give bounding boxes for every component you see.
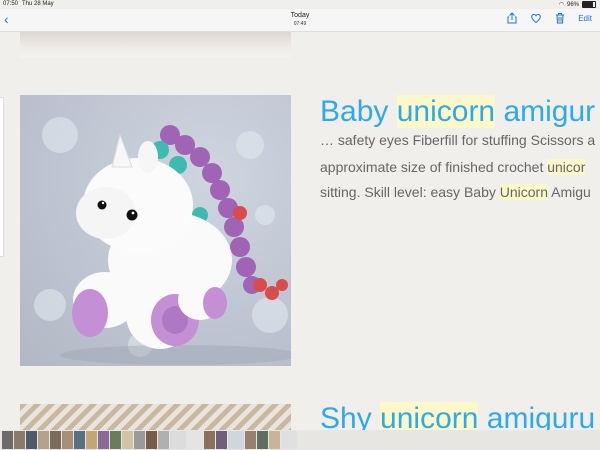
status-right: ◠ 96% — [559, 1, 596, 8]
title-text: amiguru — [478, 402, 596, 430]
thumbnail-filmstrip[interactable] — [0, 430, 600, 450]
thumbnail[interactable] — [50, 431, 61, 449]
wifi-icon: ◠ — [558, 2, 564, 8]
result-title[interactable]: Baby unicorn amigur — [320, 95, 595, 129]
thumbnail[interactable] — [216, 431, 227, 449]
thumbnail[interactable] — [86, 431, 97, 449]
status-time: 07:50 — [3, 1, 19, 7]
thumbnail[interactable] — [110, 431, 121, 449]
thumbnail[interactable] — [2, 431, 13, 449]
status-date: Thu 28 May — [22, 1, 54, 7]
thumbnail[interactable] — [170, 431, 186, 449]
thumbnail[interactable] — [134, 431, 145, 449]
thumbnail[interactable] — [14, 431, 25, 449]
title-highlight: unicorn — [396, 95, 496, 128]
snippet-text: sitting. Skill level: easy Baby — [320, 184, 500, 200]
thumbnail[interactable] — [122, 431, 133, 449]
snippet-text: approximate size of finished crochet — [320, 159, 548, 175]
title-text: Baby — [320, 95, 397, 128]
thumbnail[interactable] — [146, 431, 157, 449]
thumbnail[interactable] — [98, 431, 109, 449]
status-bar: 07:50 Thu 28 May ◠ 96% — [0, 0, 600, 9]
thumbnail[interactable] — [257, 431, 268, 449]
thumbnail[interactable] — [158, 431, 169, 449]
title-highlight: unicorn — [380, 402, 479, 430]
previous-result-image[interactable] — [20, 32, 291, 58]
edit-button[interactable]: Edit — [578, 14, 592, 23]
battery-percent: 96% — [566, 1, 579, 8]
thumbnail[interactable] — [228, 431, 244, 449]
snippet-line-2: approximate size of finished crochet uni… — [320, 159, 600, 175]
snippet-line-3: sitting. Skill level: easy Baby Unicorn … — [320, 184, 600, 200]
snippet-highlight: unicor — [547, 159, 586, 175]
thumbnail[interactable] — [269, 431, 280, 449]
thumbnail[interactable] — [74, 431, 85, 449]
snippet-line-1: … safety eyes Fiberfill for stuffing Sci… — [320, 132, 596, 148]
heart-icon[interactable] — [530, 12, 542, 24]
next-result-title[interactable]: Shy unicorn amiguru — [320, 402, 595, 430]
title-text: amigur — [495, 95, 596, 128]
trash-icon[interactable] — [554, 12, 566, 24]
snippet-text: Amigu — [548, 184, 591, 200]
thumbnail[interactable] — [62, 431, 73, 449]
thumbnail[interactable] — [245, 431, 256, 449]
thumbnail[interactable] — [204, 431, 215, 449]
next-result-image[interactable] — [20, 404, 291, 430]
battery-icon — [582, 1, 596, 8]
share-icon[interactable] — [506, 12, 518, 24]
results-content: Baby unicorn amigur … safety eyes Fiberf… — [0, 32, 600, 430]
snippet-highlight: Unicorn — [499, 184, 548, 200]
thumbnail[interactable] — [187, 431, 203, 449]
thumbnail[interactable] — [38, 431, 49, 449]
unicorn-photo[interactable] — [20, 95, 291, 366]
side-card-edge — [0, 97, 4, 257]
nav-actions: Edit — [506, 12, 592, 24]
thumbnail[interactable] — [26, 431, 37, 449]
navigation-bar: ‹ Today 07:49 Edit — [0, 9, 600, 32]
thumbnail[interactable] — [281, 431, 297, 449]
title-text: Shy — [320, 402, 381, 430]
unicorn-illustration — [34, 117, 291, 365]
